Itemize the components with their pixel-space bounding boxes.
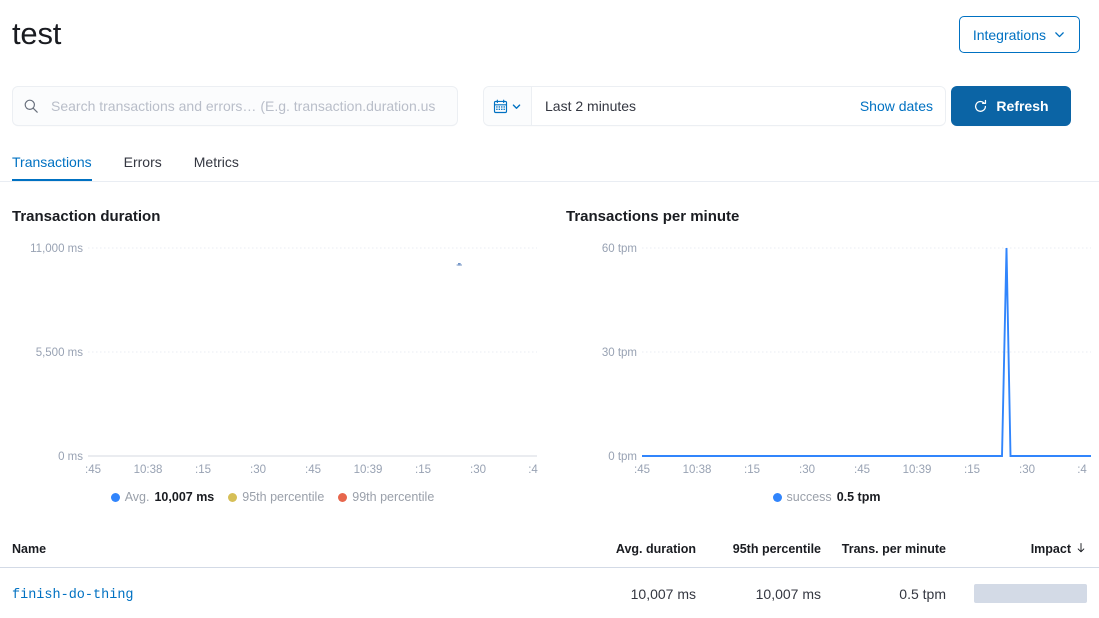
legend-dot-p99 xyxy=(338,492,348,502)
xtick-label-3: :30 xyxy=(799,464,815,476)
legend-item-p99[interactable]: 99th percentile xyxy=(338,490,434,504)
page-header: test Integrations xyxy=(0,0,1099,72)
cell-trans-per-minute: 0.5 tpm xyxy=(899,585,946,602)
refresh-icon xyxy=(975,99,987,112)
tab-metrics[interactable]: Metrics xyxy=(178,142,255,181)
date-picker-group: Last 2 minutes Show dates xyxy=(483,86,946,126)
xtick-label-8: :4 xyxy=(1077,464,1087,476)
transactions-per-minute-plot[interactable]: 60 tpm 30 tpm 0 tpm :45 10:38 :15 :30 :4… xyxy=(554,230,1099,485)
show-dates-link[interactable]: Show dates xyxy=(860,98,933,114)
tab-errors-label: Errors xyxy=(123,153,162,170)
ytick-label-0: 0 tpm xyxy=(608,451,637,463)
transactions-table: Name Avg. duration 95th percentile Trans… xyxy=(0,530,1099,618)
tab-transactions[interactable]: Transactions xyxy=(12,142,108,181)
arrow-down-icon xyxy=(1077,542,1085,552)
xtick-label-7: :30 xyxy=(470,464,486,476)
xtick-label-3: :30 xyxy=(250,464,266,476)
table-header-row: Name Avg. duration 95th percentile Trans… xyxy=(0,530,1099,568)
ytick-label-30: 30 tpm xyxy=(602,347,637,359)
xtick-label-5: 10:39 xyxy=(903,464,932,476)
chevron-down-icon xyxy=(1055,32,1064,38)
xtick-label-6: :15 xyxy=(964,464,980,476)
legend-value-success: 0.5 tpm xyxy=(836,490,881,504)
search-icon xyxy=(24,99,38,113)
xtick-label-2: :15 xyxy=(744,464,760,476)
legend-item-avg[interactable]: Avg. 10,007 ms xyxy=(110,490,215,504)
xtick-label-5: 10:39 xyxy=(354,464,383,476)
cell-95th-percentile: 10,007 ms xyxy=(755,585,821,602)
column-header-name[interactable]: Name xyxy=(12,542,588,556)
xtick-label-6: :15 xyxy=(415,464,431,476)
integrations-button-label: Integrations xyxy=(972,26,1046,43)
date-range-label: Last 2 minutes xyxy=(545,98,637,114)
cell-name: finish-do-thing xyxy=(12,585,588,603)
search-box[interactable] xyxy=(12,86,458,126)
ytick-label-11000: 11,000 ms xyxy=(30,243,83,255)
legend-item-p95[interactable]: 95th percentile xyxy=(228,490,324,504)
xtick-label-4: :45 xyxy=(854,464,870,476)
series-point-avg[interactable] xyxy=(456,263,462,266)
search-input[interactable] xyxy=(49,97,447,115)
date-range-field[interactable]: Last 2 minutes Show dates xyxy=(532,87,945,125)
tab-errors[interactable]: Errors xyxy=(108,142,178,181)
xtick-label-4: :45 xyxy=(305,464,321,476)
table-row[interactable]: finish-do-thing 10,007 ms 10,007 ms 0.5 … xyxy=(0,568,1099,618)
tab-bar: Transactions Errors Metrics xyxy=(0,142,1099,182)
chevron-down-icon xyxy=(512,103,521,109)
charts-row: Transaction duration 11,000 ms 5,500 ms … xyxy=(0,196,1099,526)
legend-dot-p95 xyxy=(228,492,238,502)
column-header-95th-percentile[interactable]: 95th percentile xyxy=(696,542,821,556)
legend-item-success[interactable]: success 0.5 tpm xyxy=(772,490,881,504)
column-header-trans-per-minute[interactable]: Trans. per minute xyxy=(821,542,946,556)
column-header-avg-duration[interactable]: Avg. duration xyxy=(588,542,696,556)
integrations-button[interactable]: Integrations xyxy=(958,16,1080,53)
legend-label-p99: 99th percentile xyxy=(352,490,435,504)
cell-impact xyxy=(946,584,1087,603)
xtick-label-8: :4 xyxy=(528,464,538,476)
xtick-label-1: 10:38 xyxy=(683,464,712,476)
xtick-label-0: :45 xyxy=(634,464,650,476)
column-header-impact-label: Impact xyxy=(1030,541,1071,556)
date-quick-select-button[interactable] xyxy=(484,87,532,125)
impact-bar xyxy=(974,584,1087,603)
xtick-label-1: 10:38 xyxy=(134,464,163,476)
ytick-label-0: 0 ms xyxy=(58,451,83,463)
chart-title-transaction-duration: Transaction duration xyxy=(12,208,161,225)
legend-label-p95: 95th percentile xyxy=(242,490,325,504)
tab-transactions-label: Transactions xyxy=(12,153,92,170)
legend-label-avg: Avg. xyxy=(124,490,150,504)
transaction-name-link[interactable]: finish-do-thing xyxy=(12,588,134,603)
query-bar: Last 2 minutes Show dates Refresh xyxy=(0,86,1099,128)
cell-avg-duration: 10,007 ms xyxy=(630,585,696,602)
legend-transactions-per-minute: success 0.5 tpm xyxy=(554,490,1099,504)
page-title: test xyxy=(12,16,62,51)
legend-dot-avg xyxy=(110,492,120,502)
chart-title-transactions-per-minute: Transactions per minute xyxy=(566,208,740,225)
apm-service-page: test Integrations Search transactions an… xyxy=(0,0,1099,618)
xtick-label-2: :15 xyxy=(195,464,211,476)
tab-metrics-label: Metrics xyxy=(193,153,239,170)
legend-value-avg: 10,007 ms xyxy=(154,490,215,504)
ytick-label-60: 60 tpm xyxy=(602,243,637,255)
chart-transaction-duration: Transaction duration 11,000 ms 5,500 ms … xyxy=(0,196,545,526)
refresh-button[interactable]: Refresh xyxy=(951,86,1071,126)
legend-label-success: success xyxy=(786,490,832,504)
legend-dot-success xyxy=(772,492,782,502)
refresh-button-label: Refresh xyxy=(996,98,1049,114)
ytick-label-5500: 5,500 ms xyxy=(36,347,84,359)
chart-transactions-per-minute: Transactions per minute 60 tpm 30 tpm 0 … xyxy=(554,196,1099,526)
xtick-label-7: :30 xyxy=(1019,464,1035,476)
xtick-label-0: :45 xyxy=(85,464,101,476)
calendar-icon xyxy=(493,99,508,113)
transaction-duration-plot[interactable]: 11,000 ms 5,500 ms 0 ms :45 10:38 :15 :3… xyxy=(0,230,545,485)
column-header-impact[interactable]: Impact xyxy=(946,542,1087,556)
legend-transaction-duration: Avg. 10,007 ms 95th percentile 99th perc… xyxy=(0,490,545,504)
